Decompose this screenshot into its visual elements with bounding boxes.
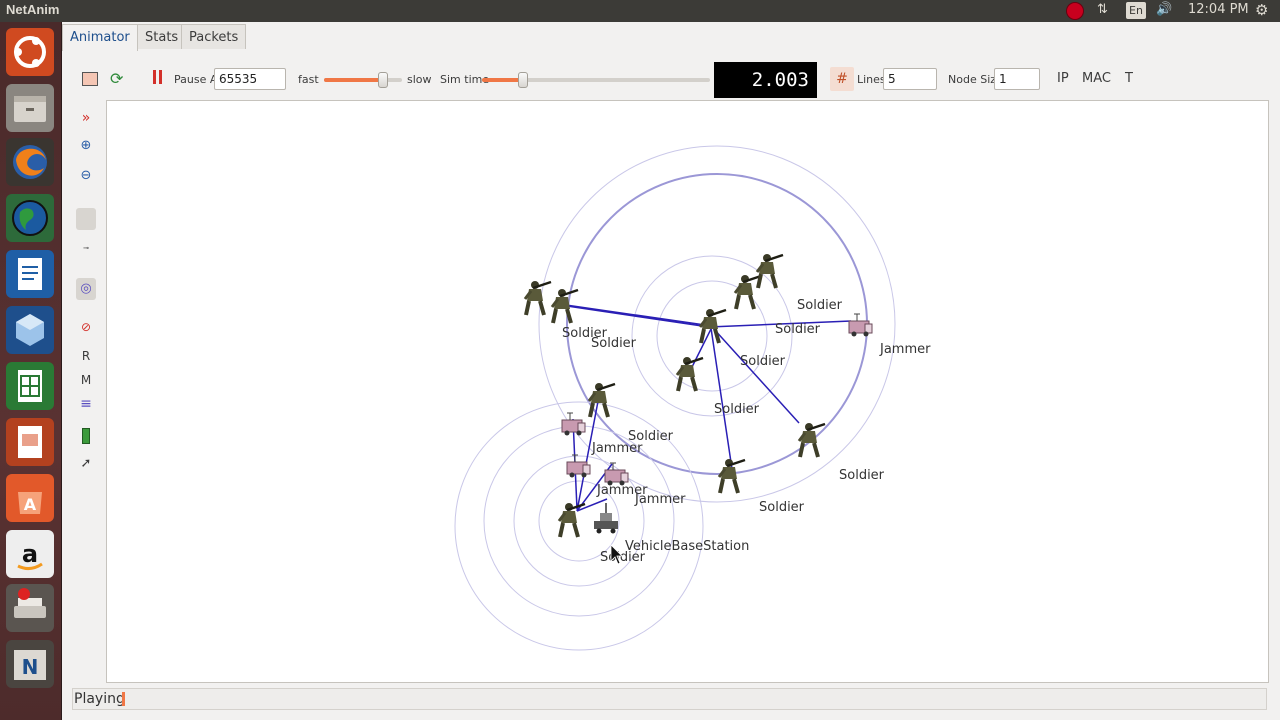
node-label: Soldier [714,402,760,417]
node-size-select[interactable]: 1 [994,68,1040,90]
disable-icon[interactable]: ⊘ [72,320,100,334]
m-toggle[interactable]: M [72,373,100,387]
impress-icon[interactable] [6,418,54,466]
reload-icon[interactable]: ⟳ [110,69,123,88]
node-label: Jammer [634,492,686,507]
node-label: Soldier [839,468,885,483]
fast-label: fast [298,73,319,86]
app-title: NetAnim [6,2,60,17]
zoom-out-icon[interactable]: ⊖ [72,168,100,183]
writer-icon[interactable] [6,250,54,298]
netanim-window: Animator Stats Packets ⟳ Pause At 65535 … [62,22,1280,720]
sim-time-slider-fill [482,78,524,82]
svg-text:A: A [24,495,37,514]
speed-slider-fill [324,78,383,82]
animator-toolbar: ⟳ Pause At 65535 fast slow Sim time 2.00… [62,62,1280,98]
vehicle-base-station-node[interactable] [593,502,619,535]
amazon-icon[interactable]: a [6,530,54,578]
scanner-icon[interactable] [6,584,54,632]
svg-text:a: a [22,540,38,568]
node-label: Jammer [879,342,931,357]
fit-icon[interactable]: » [72,110,100,126]
record-icon[interactable] [1067,3,1083,19]
mac-toggle[interactable]: MAC [1082,71,1111,86]
node-label: Soldier [591,336,637,351]
tab-packets[interactable]: Packets [181,24,247,49]
routing-icon[interactable]: ⊸ [72,244,100,252]
soldier-node[interactable] [717,457,747,495]
open-file-icon[interactable] [82,72,98,86]
sim-time-display: 2.003 [714,62,817,98]
launcher: A a N [0,22,62,720]
files-icon[interactable] [6,84,54,132]
settings-icon[interactable]: ⚙ [1255,1,1268,19]
soldier-node[interactable] [523,279,553,317]
keyboard-layout-indicator[interactable]: En [1126,2,1146,19]
r-toggle[interactable]: R [72,349,100,363]
lines-label: Lines [857,73,886,86]
jammer-node[interactable] [848,313,873,337]
status-bar: Playing [72,688,1267,710]
system-top-bar: NetAnim ⇅ En 🔊 12:04 PM ⚙ [0,0,1280,22]
tab-animator[interactable]: Animator [62,24,138,51]
calc-icon[interactable] [6,362,54,410]
t-toggle[interactable]: T [1125,71,1133,86]
node-label: Soldier [797,298,843,313]
zoom-in-icon[interactable]: ⊕ [72,138,100,153]
volume-icon[interactable]: 🔊 [1156,2,1172,17]
node-label: Soldier [775,322,821,337]
clock[interactable]: 12:04 PM [1188,2,1249,17]
node-label: Jammer [591,441,643,456]
animation-canvas[interactable]: Soldier Soldier Soldier Soldier Soldier … [106,100,1269,683]
battery-icon[interactable] [82,428,90,444]
progress-indicator [122,692,125,706]
soldier-node[interactable] [797,421,827,459]
soldier-node[interactable] [557,501,587,539]
lines-spinbox[interactable]: 5 [883,68,937,90]
node-label: Soldier [759,500,805,515]
background-image-icon[interactable] [76,208,96,230]
status-area: Playing [62,684,1280,714]
network-icon[interactable]: ⇅ [1097,2,1108,17]
pause-icon-bar-right[interactable] [159,70,162,84]
soldier-node[interactable] [755,252,785,290]
node-label: VehicleBaseStation [625,539,749,554]
ubuntu-dash-icon[interactable] [6,28,54,76]
pause-icon-bar-left[interactable] [153,70,156,84]
jammer-node[interactable] [561,412,586,436]
firefox-icon[interactable] [6,138,54,186]
software-center-icon[interactable]: A [6,474,54,522]
wireless-circles-icon[interactable]: ◎ [76,278,96,300]
pause-at-input[interactable]: 65535 [214,68,286,90]
virtualbox-icon[interactable] [6,306,54,354]
status-text: Playing [74,691,125,707]
slow-label: slow [407,73,432,86]
grid-toggle-icon[interactable]: # [830,67,854,91]
speed-slider-handle[interactable] [377,72,388,88]
svg-text:N: N [22,655,39,679]
network-scene: Soldier Soldier Soldier Soldier Soldier … [454,145,931,651]
earth-icon[interactable] [6,194,54,242]
sim-time-slider-handle[interactable] [518,72,529,88]
pointer-icon[interactable]: ➚ [72,456,100,471]
tab-stats[interactable]: Stats [137,24,187,49]
list-icon[interactable]: ≡ [72,396,100,412]
side-toolbar: » ⊕ ⊖ ⊸ ◎ ⊘ R M ≡ ➚ [72,106,100,486]
node-label: Soldier [740,354,786,369]
netanim-icon[interactable]: N [6,640,54,688]
soldier-node[interactable] [587,381,617,419]
ip-toggle[interactable]: IP [1057,71,1069,86]
range-rings [454,145,896,651]
